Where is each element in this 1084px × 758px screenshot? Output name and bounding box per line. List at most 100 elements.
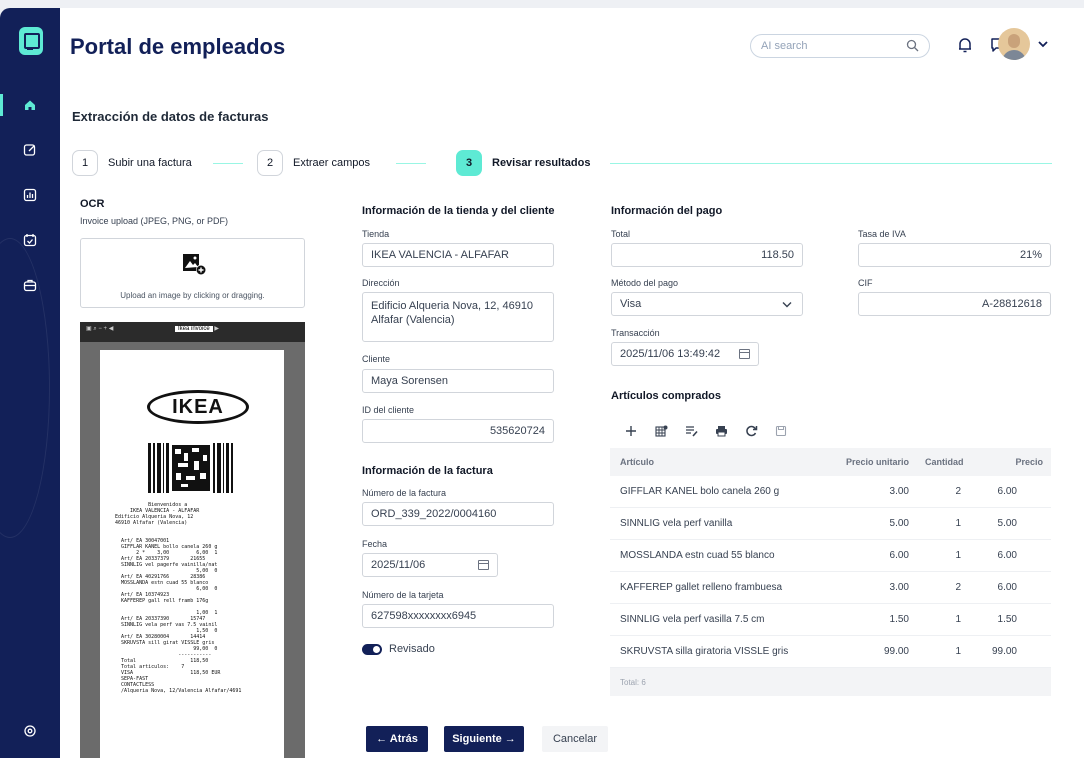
transaccion-label: Transacción — [611, 328, 660, 338]
metodo-label: Método del pago — [611, 278, 679, 288]
fecha-input[interactable]: 2025/11/06 — [362, 553, 498, 577]
cell-cantidad[interactable]: 2 — [925, 486, 979, 497]
cell-precio[interactable]: 1.50 — [979, 614, 1051, 625]
cell-articulo[interactable]: GIFFLAR KANEL bolo canela 260 g — [610, 486, 835, 497]
cell-cantidad[interactable]: 2 — [925, 582, 979, 593]
articles-table: Artículo Precio unitario Cantidad Precio… — [610, 448, 1051, 696]
cliente-input[interactable]: Maya Sorensen — [362, 369, 554, 393]
step-label: Extraer campos — [293, 157, 371, 169]
revisado-toggle[interactable] — [362, 644, 382, 655]
column-header[interactable]: Cantidad — [925, 457, 979, 467]
cell-precio-unitario[interactable]: 3.00 — [835, 582, 925, 593]
avatar[interactable] — [998, 28, 1030, 60]
sidebar — [0, 8, 60, 758]
calendar-icon[interactable] — [739, 349, 750, 359]
settings-icon — [24, 725, 36, 737]
back-button[interactable]: ← Atrás — [366, 726, 428, 752]
nav-briefcase[interactable] — [0, 270, 60, 300]
nav-documents[interactable] — [0, 135, 60, 165]
cancel-button[interactable]: Cancelar — [542, 726, 608, 752]
ocr-title: OCR — [80, 198, 105, 210]
table-row[interactable]: GIFFLAR KANEL bolo canela 260 g 3.00 2 6… — [610, 476, 1051, 508]
cell-articulo[interactable]: MOSSLANDA estn cuad 55 blanco — [610, 550, 835, 561]
nav-calendar[interactable] — [0, 225, 60, 255]
iva-input[interactable]: 21% — [858, 243, 1051, 267]
step-2[interactable]: 2 Extraer campos — [257, 150, 370, 176]
cell-articulo[interactable]: SKRUVSTA silla giratoria VISSLE gris — [610, 646, 835, 657]
column-header[interactable]: Precio unitario — [835, 457, 925, 467]
table-row[interactable]: SINNLIG vela perf vasilla 7.5 cm 1.50 1 … — [610, 604, 1051, 636]
tienda-label: Tienda — [362, 229, 390, 239]
step-1[interactable]: 1 Subir una factura — [72, 150, 192, 176]
cell-articulo[interactable]: KAFFEREP gallet relleno frambuesa — [610, 582, 835, 593]
qr-barcode — [148, 443, 233, 493]
refresh-icon[interactable] — [736, 425, 766, 437]
id-cliente-input[interactable]: 535620724 — [362, 419, 554, 443]
table-row[interactable]: KAFFEREP gallet relleno frambuesa 3.00 2… — [610, 572, 1051, 604]
cell-precio[interactable]: 99.00 — [979, 646, 1051, 657]
cif-input[interactable]: A-28812618 — [858, 292, 1051, 316]
invoice-image: IKEA Bienvenidos a IKEA VALENCIA - ALFAF… — [100, 350, 284, 758]
search-input[interactable]: AI search — [750, 34, 930, 58]
store-title: Información de la tienda y del cliente — [362, 205, 555, 217]
viewer-tab[interactable]: Ikea invoice — [175, 326, 213, 332]
image-add-icon — [183, 254, 206, 275]
chevron-down-icon[interactable] — [1038, 40, 1048, 48]
table-row[interactable]: SKRUVSTA silla giratoria VISSLE gris 99.… — [610, 636, 1051, 668]
chart-icon — [23, 188, 37, 202]
cell-precio[interactable]: 6.00 — [979, 550, 1051, 561]
nav-reports[interactable] — [0, 180, 60, 210]
cell-precio-unitario[interactable]: 1.50 — [835, 614, 925, 625]
print-icon[interactable] — [706, 425, 736, 437]
table-row[interactable]: MOSSLANDA estn cuad 55 blanco 6.00 1 6.0… — [610, 540, 1051, 572]
numero-factura-input[interactable]: ORD_339_2022/0004160 — [362, 502, 554, 526]
cell-cantidad[interactable]: 1 — [925, 518, 979, 529]
calendar-icon[interactable] — [478, 560, 489, 570]
cell-cantidad[interactable]: 1 — [925, 646, 979, 657]
cell-precio[interactable]: 5.00 — [979, 518, 1051, 529]
total-input[interactable]: 118.50 — [611, 243, 803, 267]
header: Portal de empleados AI search — [60, 8, 1084, 84]
add-icon[interactable] — [616, 425, 646, 437]
transaccion-input[interactable]: 2025/11/06 13:49:42 — [611, 342, 759, 366]
ikea-logo: IKEA — [147, 390, 249, 424]
ocr-subtitle: Invoice upload (JPEG, PNG, or PDF) — [80, 216, 229, 226]
upload-dropzone[interactable]: Upload an image by clicking or dragging. — [80, 238, 305, 308]
tarjeta-input[interactable]: 627598xxxxxxxx6945 — [362, 604, 554, 628]
save-icon[interactable] — [766, 425, 796, 437]
cell-precio-unitario[interactable]: 5.00 — [835, 518, 925, 529]
cell-articulo[interactable]: SINNLIG vela perf vasilla 7.5 cm — [610, 614, 835, 625]
metodo-select[interactable]: Visa — [611, 292, 803, 316]
app-logo[interactable] — [19, 27, 43, 55]
column-header[interactable]: Artículo — [610, 457, 835, 467]
step-3[interactable]: 3 Revisar resultados — [456, 150, 590, 176]
direccion-textarea[interactable]: Edificio Alqueria Nova, 12, 46910 Alfafa… — [362, 292, 554, 342]
cell-articulo[interactable]: SINNLIG vela perf vanilla — [610, 518, 835, 529]
cell-precio-unitario[interactable]: 6.00 — [835, 550, 925, 561]
fecha-value: 2025/11/06 — [371, 559, 426, 571]
bell-icon[interactable] — [956, 36, 974, 54]
tienda-input[interactable]: IKEA VALENCIA - ALFAFAR — [362, 243, 554, 267]
cell-precio[interactable]: 6.00 — [979, 486, 1051, 497]
invoice-viewer[interactable]: ▣ ⌕ − + ◀ Ikea invoice ▶ IKEA Bienvenido… — [80, 322, 305, 758]
cell-cantidad[interactable]: 1 — [925, 614, 979, 625]
add-column-icon[interactable] — [646, 425, 676, 437]
calendar-check-icon — [23, 234, 37, 247]
next-button[interactable]: Siguiente → — [444, 726, 524, 752]
cell-precio[interactable]: 6.00 — [979, 582, 1051, 593]
table-row[interactable]: SINNLIG vela perf vanilla 5.00 1 5.00 — [610, 508, 1051, 540]
numero-factura-label: Número de la factura — [362, 488, 447, 498]
cell-precio-unitario[interactable]: 3.00 — [835, 486, 925, 497]
dropzone-text: Upload an image by clicking or dragging. — [120, 291, 265, 300]
section-title: Extracción de datos de facturas — [72, 109, 269, 124]
nav-home[interactable] — [0, 90, 60, 120]
column-header[interactable]: Precio — [979, 457, 1051, 467]
nav-settings[interactable] — [0, 716, 60, 746]
payment-title: Información del pago — [611, 205, 723, 217]
transaccion-value: 2025/11/06 13:49:42 — [620, 348, 721, 360]
chevron-down-icon — [782, 302, 792, 308]
cell-cantidad[interactable]: 1 — [925, 550, 979, 561]
edit-rows-icon[interactable] — [676, 425, 706, 437]
cell-precio-unitario[interactable]: 99.00 — [835, 646, 925, 657]
home-icon — [25, 100, 35, 110]
